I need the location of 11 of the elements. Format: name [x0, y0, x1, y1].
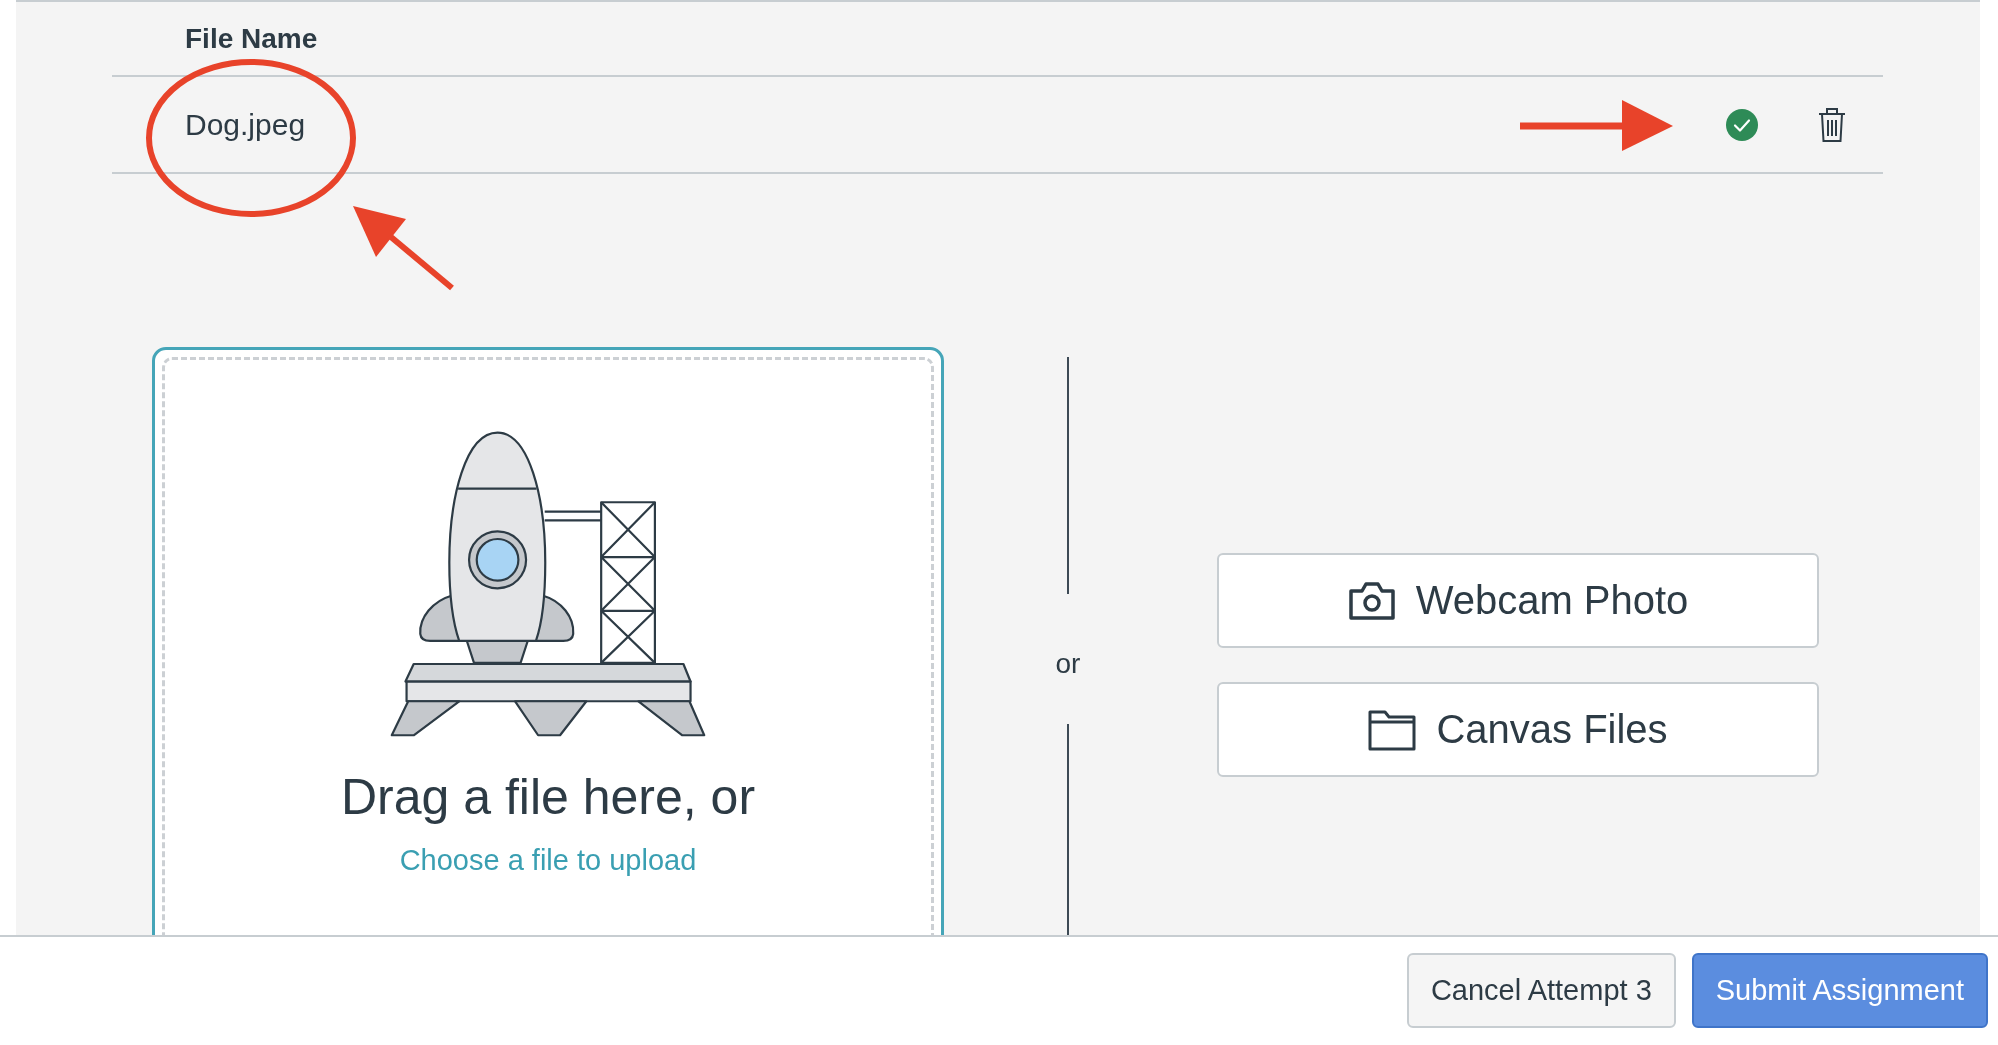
trash-icon[interactable]: [1817, 106, 1847, 143]
dropzone[interactable]: Drag a file here, or Choose a file to upload: [152, 347, 944, 935]
canvas-files-button[interactable]: Canvas Files: [1217, 682, 1819, 777]
cancel-button[interactable]: Cancel Attempt 3: [1406, 953, 1676, 1028]
webcam-photo-button[interactable]: Webcam Photo: [1217, 553, 1819, 648]
or-label: or: [1055, 648, 1081, 680]
dropzone-heading: Drag a file here, or: [340, 768, 756, 826]
camera-icon: [1347, 580, 1396, 621]
column-header: File Name: [185, 22, 318, 55]
file-name: Dog.jpeg: [185, 107, 306, 142]
folder-icon: [1368, 708, 1417, 751]
